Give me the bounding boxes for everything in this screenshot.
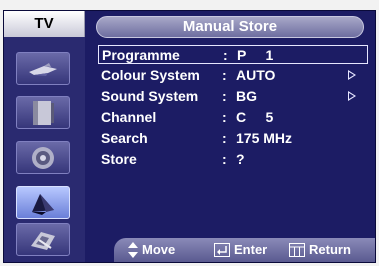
enter-icon xyxy=(214,243,230,257)
menu-row-label: Store xyxy=(101,151,137,167)
sidebar-item-channel[interactable] xyxy=(16,141,70,174)
menu-row-colon: : xyxy=(223,47,228,63)
menu-row-colon: : xyxy=(222,67,227,83)
menu-row-label: Sound System xyxy=(101,88,199,104)
hint-enter: Enter xyxy=(214,238,267,262)
sidebar-item-sound[interactable] xyxy=(16,96,70,129)
menu-row-store[interactable]: Store : ? xyxy=(98,150,368,169)
hint-move-label: Move xyxy=(142,242,176,257)
menu-row-colon: : xyxy=(222,151,227,167)
sidebar-title: TV xyxy=(4,11,85,37)
chevron-right-icon xyxy=(348,91,356,101)
menu-row-colon: : xyxy=(222,109,227,125)
tv-osd-window: TV Manual Store Programme: P 1 Colour S… xyxy=(3,10,376,263)
menu-row-colon: : xyxy=(222,130,227,146)
input-icon xyxy=(27,228,59,252)
menu-row-label: Colour System xyxy=(101,67,200,83)
sidebar-item-setup[interactable] xyxy=(16,186,70,219)
menu-row-label: Programme xyxy=(102,47,180,63)
menu-row-sound-system[interactable]: Sound System : BG xyxy=(98,87,368,106)
sidebar-item-picture[interactable] xyxy=(16,52,70,85)
menu-row-colour-system[interactable]: Colour System : AUTO xyxy=(98,66,368,85)
menu-row-label: Channel xyxy=(101,109,157,125)
setup-icon xyxy=(28,190,58,216)
menu-row-value: C 5 xyxy=(236,109,274,125)
sound-icon xyxy=(28,99,58,127)
menu-row-value: 175 MHz xyxy=(236,130,293,146)
menu-row-colon: : xyxy=(222,88,227,104)
menu-row-programme[interactable]: Programme : P 1 xyxy=(98,45,368,64)
menu-row-value: AUTO xyxy=(236,67,276,83)
hint-return-label: Return xyxy=(309,242,351,257)
up-down-arrow-icon xyxy=(128,242,138,258)
menu-row-search[interactable]: Search : 175 MHz xyxy=(98,129,368,148)
menu-row-label: Search xyxy=(101,130,148,146)
page-title: Manual Store xyxy=(96,16,364,38)
menu-row-value: P 1 xyxy=(237,47,274,63)
return-icon xyxy=(289,243,305,257)
picture-icon xyxy=(26,60,60,78)
sidebar-item-input[interactable] xyxy=(16,223,70,256)
menu-row-channel[interactable]: Channel : C 5 xyxy=(98,108,368,127)
menu-row-value: ? xyxy=(236,151,245,167)
chevron-right-icon xyxy=(348,70,356,80)
hint-enter-label: Enter xyxy=(234,242,268,257)
hint-return: Return xyxy=(289,238,351,262)
hint-move: Move xyxy=(128,238,175,262)
sidebar: TV xyxy=(4,11,85,262)
menu-row-value: BG xyxy=(236,88,257,104)
channel-icon xyxy=(29,145,57,171)
footer-hints: Move Enter Return xyxy=(114,238,375,262)
